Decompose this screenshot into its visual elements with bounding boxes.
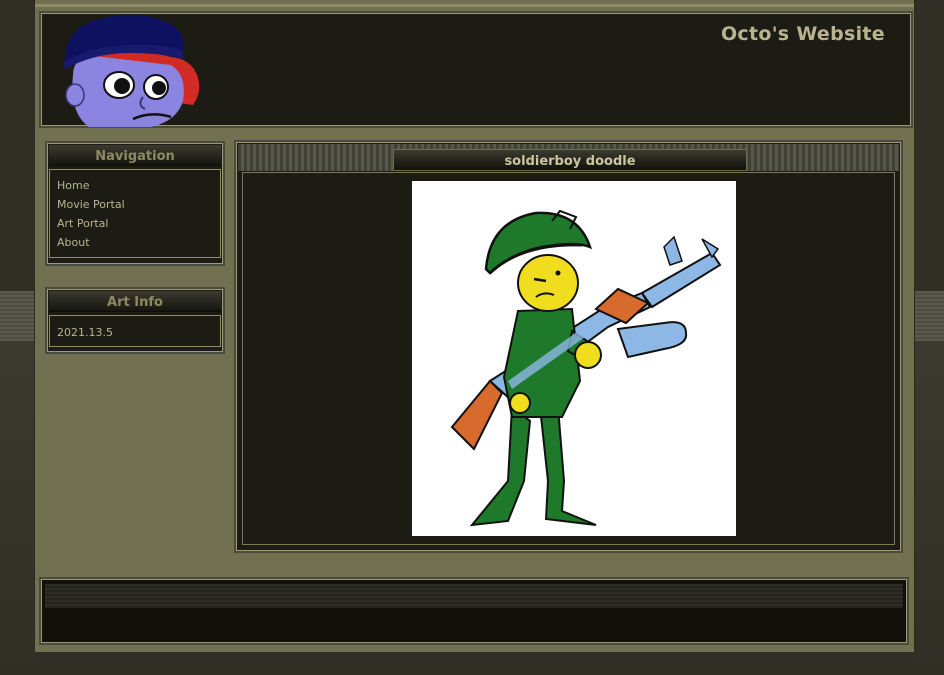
site-footer [39, 577, 909, 645]
art-info-panel: Art Info 2021.13.5 [45, 287, 225, 354]
navigation-panel: Navigation Home Movie Portal Art Portal … [45, 141, 225, 266]
artwork-title-box: soldierboy doodle [393, 149, 747, 171]
navigation-title: Navigation [95, 149, 175, 164]
nav-link-about[interactable]: About [57, 233, 213, 252]
art-info-body: 2021.13.5 [49, 315, 221, 347]
side-bg-left [0, 341, 35, 675]
top-divider [35, 4, 914, 7]
artwork-title-bar: soldierboy doodle [238, 144, 899, 171]
side-stripe-left [0, 291, 35, 341]
artwork-title: soldierboy doodle [504, 154, 636, 169]
site-header: Octo's Website [39, 11, 913, 128]
art-info-header: Art Info [49, 291, 221, 312]
nav-link-art-portal[interactable]: Art Portal [57, 214, 213, 233]
nav-link-movie-portal[interactable]: Movie Portal [57, 195, 213, 214]
side-bg-right [913, 341, 944, 675]
navigation-header: Navigation [49, 145, 221, 166]
nav-link-home[interactable]: Home [57, 176, 213, 195]
site-title: Octo's Website [720, 23, 885, 45]
footer-bar [45, 584, 903, 608]
soldierboy-doodle-image[interactable] [412, 181, 736, 536]
artwork-panel: soldierboy doodle [234, 140, 903, 553]
art-date: 2021.13.5 [57, 326, 113, 339]
navigation-list: Home Movie Portal Art Portal About [49, 169, 221, 258]
page-frame: Octo's Website Navigation Home Movie Por… [34, 0, 915, 652]
avatar-octo-icon [63, 14, 200, 127]
side-stripe-right [913, 291, 944, 341]
art-info-title: Art Info [107, 295, 163, 310]
artwork-body [242, 172, 895, 545]
